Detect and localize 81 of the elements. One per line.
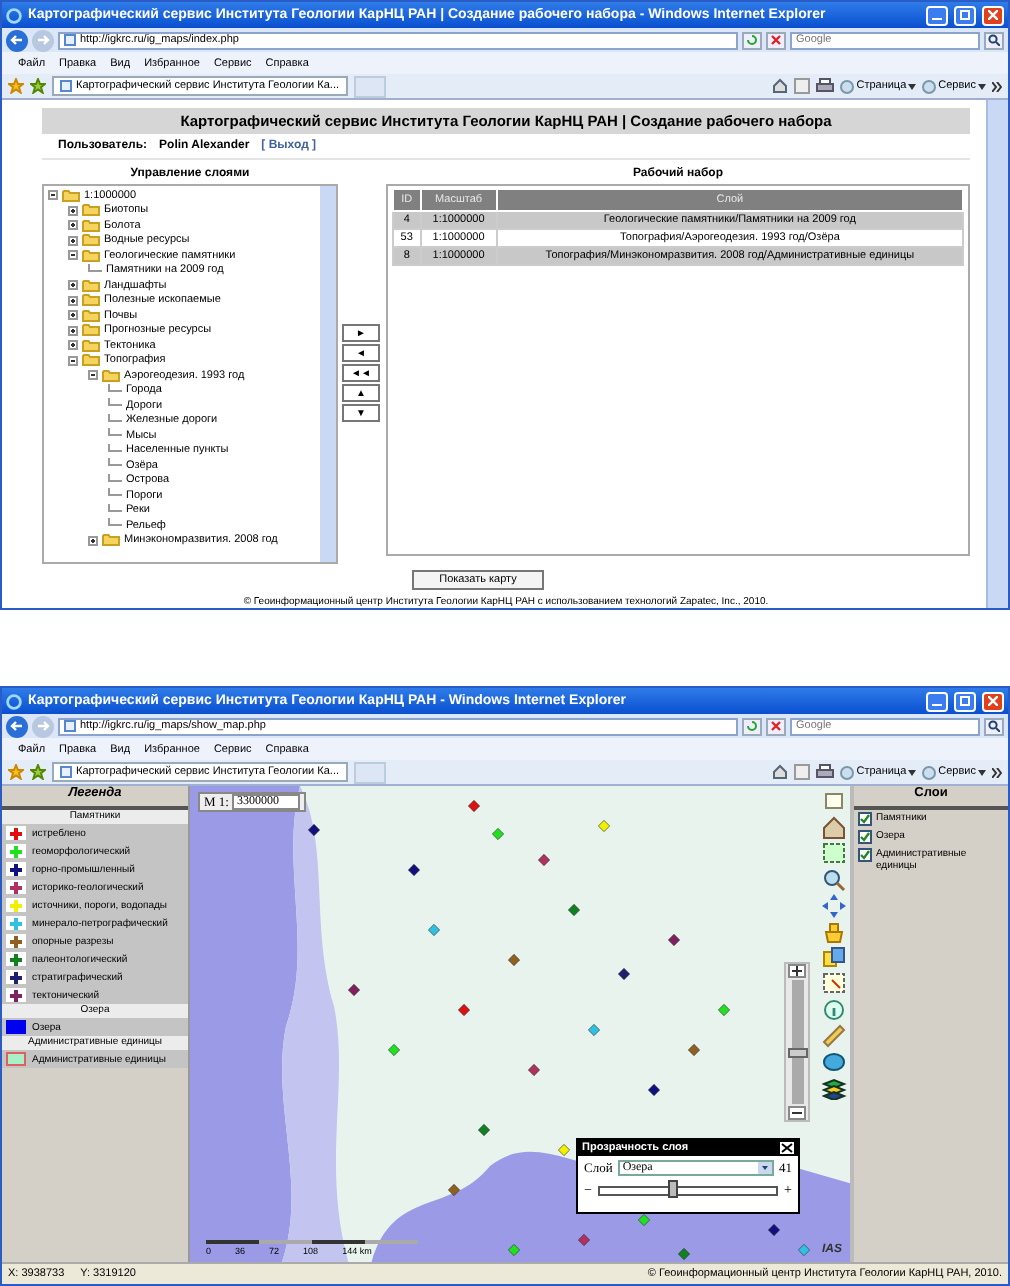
expand-icon[interactable] — [68, 220, 78, 231]
close-icon — [988, 10, 998, 20]
scrollbar[interactable] — [320, 186, 336, 562]
caret-icon — [978, 83, 986, 89]
arrow-left-icon — [10, 720, 24, 732]
zoom-in-button[interactable] — [788, 964, 806, 978]
chevron-icon[interactable] — [992, 81, 1002, 91]
ruler-icon[interactable] — [822, 1024, 848, 1048]
zoom-in-icon[interactable] — [822, 868, 848, 892]
layer-checkbox[interactable] — [858, 848, 872, 862]
pan-icon[interactable] — [822, 894, 848, 918]
expand-icon[interactable] — [68, 280, 78, 291]
close-icon — [988, 696, 998, 706]
expand-icon[interactable] — [68, 325, 78, 336]
collapse-icon[interactable] — [48, 190, 58, 201]
zoom-out-button[interactable] — [788, 1106, 806, 1120]
caret-icon — [908, 83, 917, 89]
maximize-button[interactable] — [954, 691, 976, 711]
refresh-button[interactable] — [742, 717, 762, 735]
refresh-button[interactable] — [742, 31, 762, 49]
collapse-icon[interactable] — [68, 250, 78, 261]
collapse-icon[interactable] — [88, 370, 98, 381]
layer-checkbox[interactable] — [858, 812, 872, 826]
chevron-icon[interactable] — [992, 767, 1002, 777]
maximize-icon — [960, 10, 970, 20]
maximize-icon — [960, 696, 970, 706]
globe-icon[interactable] — [822, 1050, 848, 1074]
close-button[interactable] — [780, 1142, 794, 1154]
layer-checkbox[interactable] — [858, 830, 872, 844]
star-icon[interactable] — [8, 764, 24, 780]
collapse-icon[interactable] — [68, 355, 78, 366]
refresh-icon — [746, 720, 758, 732]
add-favorite-icon[interactable] — [30, 764, 46, 780]
back-button[interactable] — [6, 29, 28, 51]
expand-icon[interactable] — [68, 310, 78, 321]
arrow-right-icon — [36, 720, 50, 732]
minus-icon — [792, 1108, 802, 1118]
browser-logo-icon — [6, 7, 22, 23]
stop-button[interactable] — [766, 717, 786, 735]
refresh-icon — [746, 34, 758, 46]
expand-icon[interactable] — [68, 205, 78, 216]
print-icon[interactable] — [816, 764, 835, 780]
add-favorite-icon[interactable] — [30, 78, 46, 94]
print-icon[interactable] — [816, 78, 835, 94]
back-button[interactable] — [6, 715, 28, 737]
zoom-box-icon[interactable] — [822, 842, 848, 866]
expand-icon[interactable] — [68, 340, 78, 351]
browser-logo-icon — [6, 693, 22, 709]
zoom-slider[interactable] — [784, 962, 810, 1122]
window-icon[interactable] — [822, 790, 848, 814]
arrow-left-icon — [10, 34, 24, 46]
scrollbar[interactable] — [986, 100, 1008, 608]
caret-icon — [908, 769, 917, 775]
layers-icon[interactable] — [822, 946, 848, 970]
maximize-button[interactable] — [954, 5, 976, 25]
zoom-handle[interactable] — [787, 1048, 807, 1059]
stop-icon — [770, 720, 782, 732]
star-icon[interactable] — [8, 78, 24, 94]
select-icon[interactable] — [822, 972, 848, 996]
stop-icon — [770, 34, 782, 46]
caret-icon — [757, 1162, 771, 1174]
transparency-handle[interactable] — [668, 1179, 679, 1197]
layers-stack-icon[interactable] — [822, 1076, 848, 1100]
expand-icon[interactable] — [68, 235, 78, 246]
expand-icon[interactable] — [68, 295, 78, 306]
arrow-right-icon — [36, 34, 50, 46]
search-icon — [988, 34, 1000, 46]
search-icon — [988, 720, 1000, 732]
map-drawing[interactable] — [190, 786, 850, 1262]
caret-icon — [978, 769, 986, 775]
search-button[interactable] — [984, 31, 1004, 49]
expand-icon[interactable] — [88, 535, 98, 546]
search-button[interactable] — [984, 717, 1004, 735]
minimize-button[interactable] — [926, 5, 948, 25]
home-icon[interactable] — [772, 78, 789, 94]
plus-icon — [792, 966, 802, 976]
minimize-button[interactable] — [926, 691, 948, 711]
stop-button[interactable] — [766, 31, 786, 49]
home-icon[interactable] — [772, 764, 789, 780]
home-icon[interactable] — [822, 816, 848, 840]
folder-icon — [102, 534, 120, 547]
